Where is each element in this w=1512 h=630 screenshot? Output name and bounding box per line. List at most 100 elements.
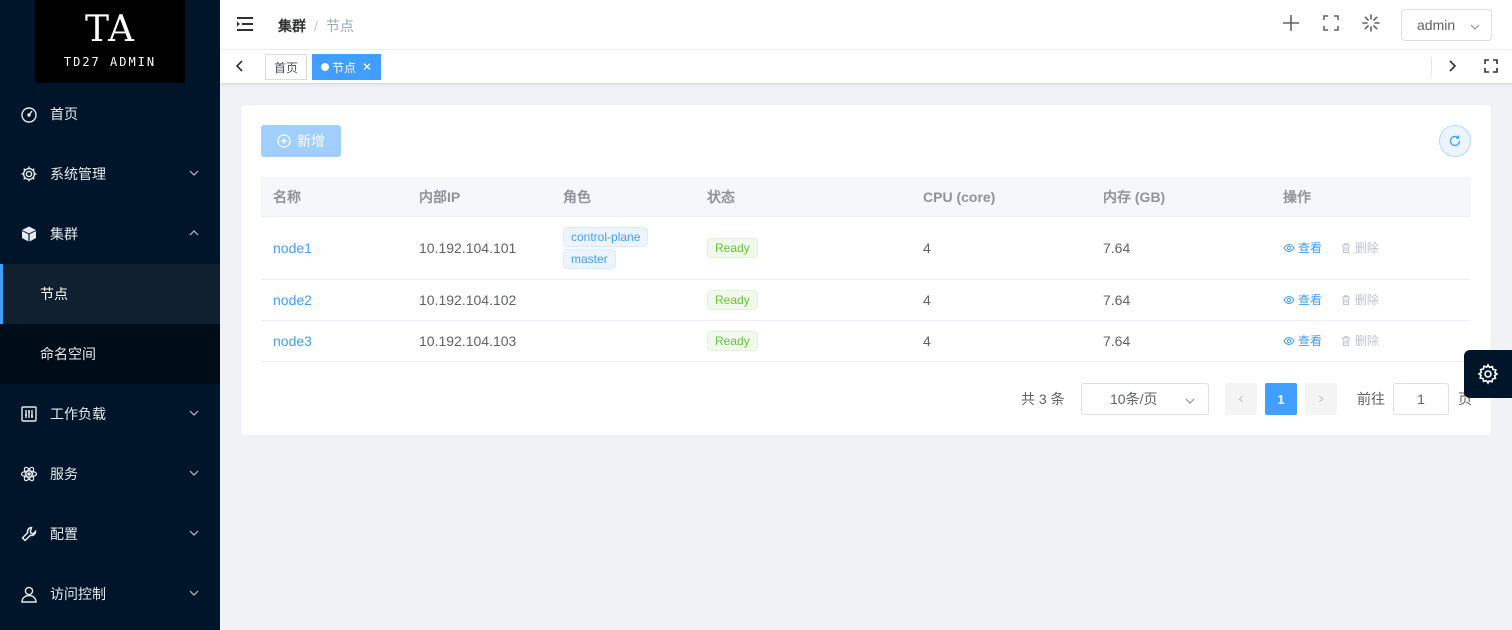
chevron-left-icon[interactable] (232, 58, 248, 74)
node-roles: control-plane master (551, 226, 695, 270)
fullscreen-icon[interactable] (1483, 58, 1499, 74)
column-header: 状态 (707, 188, 735, 205)
eye-icon (1283, 336, 1295, 345)
sidebar-item-workload[interactable]: 工作负载 (0, 384, 220, 444)
breadcrumb: 集群 / 节点 (278, 16, 354, 36)
divider (1431, 57, 1432, 77)
node-memory: 7.64 (1103, 292, 1131, 308)
eye-icon (1283, 243, 1295, 252)
tag-nodes[interactable]: 节点 ✕ (312, 54, 382, 80)
node-name-link[interactable]: node1 (273, 240, 312, 256)
chevron-right-icon (1319, 395, 1324, 403)
chevron-down-icon (189, 410, 199, 416)
column-header: 操作 (1283, 188, 1311, 205)
chevron-left-icon (1238, 395, 1243, 403)
node-table: 名称 内部IP 角色 状态 CPU (core) 内存 (GB) 操作 node… (261, 177, 1471, 362)
status-badge: Ready (707, 290, 758, 310)
sidebar-subitem-nodes[interactable]: 节点 (0, 264, 220, 324)
refresh-button[interactable] (1439, 125, 1471, 157)
chevron-down-icon (189, 170, 199, 176)
sidebar-item-services[interactable]: 服务 (0, 444, 220, 504)
sidebar-item-access[interactable]: 访问控制 (0, 564, 220, 624)
chevron-right-icon[interactable] (1444, 58, 1460, 74)
refresh-icon (1449, 135, 1461, 147)
role-tag: control-plane (563, 227, 649, 247)
node-name-link[interactable]: node3 (273, 333, 312, 349)
chevron-down-icon (189, 530, 199, 536)
chevron-down-icon (189, 590, 199, 596)
add-button-label: 新增 (297, 133, 325, 149)
user-dropdown[interactable]: admin (1401, 9, 1492, 41)
sidebar-item-cluster[interactable]: 集群 (0, 204, 220, 264)
trash-icon (1341, 295, 1350, 305)
user-icon (20, 585, 38, 603)
eye-icon (1283, 295, 1295, 304)
atom-icon (20, 465, 38, 483)
table-header: 名称 内部IP 角色 状态 CPU (core) 内存 (GB) 操作 (261, 177, 1471, 217)
goto-page-input[interactable] (1393, 383, 1449, 415)
node-cpu: 4 (923, 292, 931, 308)
status-badge: Ready (707, 331, 758, 351)
sidebar-item-label: 配置 (50, 526, 78, 542)
chevron-down-icon (1185, 398, 1195, 404)
node-name-link[interactable]: node2 (273, 292, 312, 308)
next-page-button[interactable] (1305, 383, 1337, 415)
prev-page-button[interactable] (1225, 383, 1257, 415)
sidebar-menu: 首页 系统管理 集群 节点 命名空间 工作负载 服务 配置 访问控制 (0, 84, 220, 624)
column-header: 内存 (GB) (1103, 188, 1166, 205)
tag-home[interactable]: 首页 (265, 54, 308, 80)
close-icon[interactable]: ✕ (362, 60, 372, 74)
username: admin (1417, 17, 1456, 33)
sliders-icon (20, 405, 38, 423)
page-size-select[interactable]: 10条/页 (1081, 383, 1209, 415)
delete-button[interactable]: 删除 (1340, 332, 1379, 349)
view-button[interactable]: 查看 (1283, 239, 1322, 256)
breadcrumb-current: 节点 (325, 18, 354, 34)
sidebar-item-home[interactable]: 首页 (0, 84, 220, 144)
logo: TA TD27 ADMIN (35, 0, 185, 83)
menu-fold-icon[interactable] (236, 15, 254, 33)
loading-icon[interactable] (1361, 13, 1381, 33)
dashboard-icon (20, 105, 38, 123)
sidebar-item-config[interactable]: 配置 (0, 504, 220, 564)
add-button[interactable]: 新增 (261, 125, 341, 157)
view-button[interactable]: 查看 (1283, 332, 1322, 349)
top-header: 集群 / 节点 admin (220, 0, 1512, 50)
chevron-down-icon (1470, 24, 1480, 30)
column-header: 名称 (273, 188, 301, 205)
wrench-icon (20, 525, 38, 543)
delete-button[interactable]: 删除 (1340, 239, 1379, 256)
sidebar-item-label: 服务 (50, 466, 78, 482)
sidebar-item-label: 首页 (50, 106, 78, 122)
sidebar-item-system[interactable]: 系统管理 (0, 144, 220, 204)
sidebar-item-label: 访问控制 (50, 586, 106, 602)
node-ip: 10.192.104.101 (419, 240, 517, 256)
plus-icon[interactable] (1281, 13, 1301, 33)
node-cpu: 4 (923, 333, 931, 349)
node-memory: 7.64 (1103, 333, 1131, 349)
plus-circle-icon (277, 134, 291, 148)
node-ip: 10.192.104.102 (419, 292, 517, 308)
sidebar-item-label: 集群 (50, 226, 78, 242)
breadcrumb-item[interactable]: 集群 (278, 18, 306, 34)
table-row: node3 10.192.104.103 Ready 4 7.64 查看 删除 (261, 321, 1471, 362)
goto-label: 前往 (1357, 391, 1385, 407)
settings-button[interactable] (1464, 350, 1512, 398)
tags-view: 首页 节点 ✕ (220, 50, 1512, 84)
delete-button[interactable]: 删除 (1340, 291, 1379, 308)
active-dot (321, 63, 329, 71)
column-header: CPU (core) (923, 188, 996, 205)
logo-mark: TA (84, 9, 136, 50)
page-number-button[interactable]: 1 (1265, 383, 1297, 415)
fullscreen-icon[interactable] (1321, 13, 1341, 33)
column-header: 角色 (563, 188, 591, 205)
sidebar-subitem-namespaces[interactable]: 命名空间 (0, 324, 220, 384)
table-row: node2 10.192.104.102 Ready 4 7.64 查看 删除 (261, 280, 1471, 321)
view-button[interactable]: 查看 (1283, 291, 1322, 308)
node-memory: 7.64 (1103, 240, 1131, 256)
page-size-value: 10条/页 (1110, 391, 1158, 407)
node-ip: 10.192.104.103 (419, 333, 517, 349)
chevron-up-icon (189, 230, 199, 236)
gear-icon (1477, 363, 1499, 385)
breadcrumb-separator: / (314, 18, 318, 34)
